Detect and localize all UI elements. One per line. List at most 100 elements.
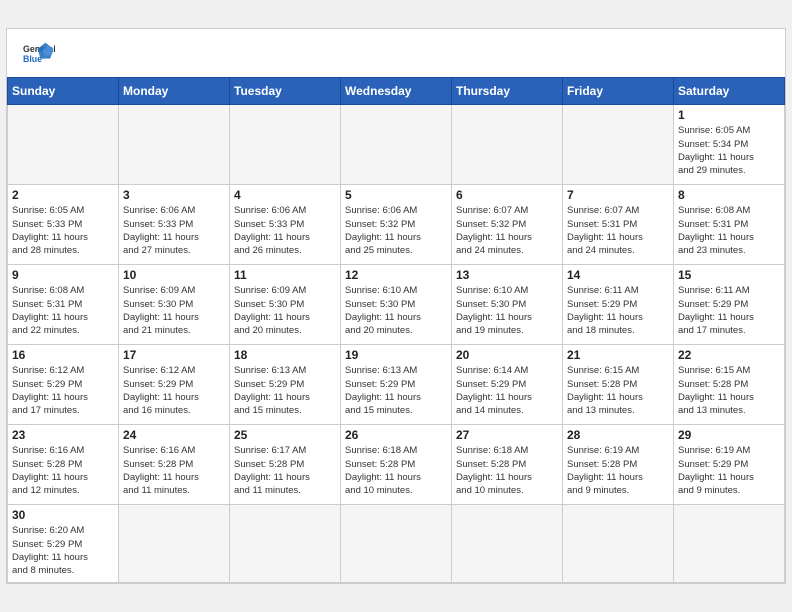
header-sunday: Sunday	[8, 78, 119, 105]
week-row-5: 23 Sunrise: 6:16 AM Sunset: 5:28 PM Dayli…	[8, 425, 785, 505]
week-row-3: 9 Sunrise: 6:08 AM Sunset: 5:31 PM Daylig…	[8, 265, 785, 345]
day-info: Sunrise: 6:19 AM Sunset: 5:28 PM Dayligh…	[567, 444, 669, 497]
day-cell: 18 Sunrise: 6:13 AM Sunset: 5:29 PM Dayli…	[230, 345, 341, 425]
day-cell	[563, 505, 674, 582]
svg-text:Blue: Blue	[23, 54, 42, 64]
header-wednesday: Wednesday	[341, 78, 452, 105]
day-number: 17	[123, 348, 225, 362]
day-cell	[452, 505, 563, 582]
day-info: Sunrise: 6:19 AM Sunset: 5:29 PM Dayligh…	[678, 444, 780, 497]
day-info: Sunrise: 6:17 AM Sunset: 5:28 PM Dayligh…	[234, 444, 336, 497]
day-info: Sunrise: 6:15 AM Sunset: 5:28 PM Dayligh…	[678, 364, 780, 417]
day-cell: 5 Sunrise: 6:06 AM Sunset: 5:32 PM Daylig…	[341, 185, 452, 265]
day-cell	[563, 105, 674, 185]
day-cell: 11Sunrise: 6:09 AM Sunset: 5:30 PM Dayli…	[230, 265, 341, 345]
day-number: 1	[678, 108, 780, 122]
day-cell: 29Sunrise: 6:19 AM Sunset: 5:29 PM Dayli…	[674, 425, 785, 505]
day-cell: 8 Sunrise: 6:08 AM Sunset: 5:31 PM Daylig…	[674, 185, 785, 265]
day-cell: 12Sunrise: 6:10 AM Sunset: 5:30 PM Dayli…	[341, 265, 452, 345]
day-number: 30	[12, 508, 114, 522]
day-cell: 30Sunrise: 6:20 AM Sunset: 5:29 PM Dayli…	[8, 505, 119, 582]
day-cell: 24Sunrise: 6:16 AM Sunset: 5:28 PM Dayli…	[119, 425, 230, 505]
day-info: Sunrise: 6:06 AM Sunset: 5:33 PM Dayligh…	[123, 204, 225, 257]
day-cell: 1 Sunrise: 6:05 AM Sunset: 5:34 PM Daylig…	[674, 105, 785, 185]
day-number: 20	[456, 348, 558, 362]
day-cell	[119, 105, 230, 185]
day-number: 27	[456, 428, 558, 442]
day-number: 11	[234, 268, 336, 282]
day-cell: 13 Sunrise: 6:10 AM Sunset: 5:30 PM Dayli…	[452, 265, 563, 345]
day-cell	[341, 505, 452, 582]
day-number: 2	[12, 188, 114, 202]
day-number: 8	[678, 188, 780, 202]
day-number: 16	[12, 348, 114, 362]
day-cell: 22 Sunrise: 6:15 AM Sunset: 5:28 PM Dayli…	[674, 345, 785, 425]
day-number: 21	[567, 348, 669, 362]
day-number: 19	[345, 348, 447, 362]
day-number: 22	[678, 348, 780, 362]
logo: General Blue	[23, 41, 55, 69]
day-number: 25	[234, 428, 336, 442]
day-cell	[341, 105, 452, 185]
header-tuesday: Tuesday	[230, 78, 341, 105]
day-cell: 23 Sunrise: 6:16 AM Sunset: 5:28 PM Dayli…	[8, 425, 119, 505]
day-info: Sunrise: 6:07 AM Sunset: 5:32 PM Dayligh…	[456, 204, 558, 257]
day-info: Sunrise: 6:08 AM Sunset: 5:31 PM Dayligh…	[678, 204, 780, 257]
day-info: Sunrise: 6:11 AM Sunset: 5:29 PM Dayligh…	[567, 284, 669, 337]
header-friday: Friday	[563, 78, 674, 105]
day-info: Sunrise: 6:09 AM Sunset: 5:30 PM Dayligh…	[123, 284, 225, 337]
day-info: Sunrise: 6:15 AM Sunset: 5:28 PM Dayligh…	[567, 364, 669, 417]
day-cell: 26Sunrise: 6:18 AM Sunset: 5:28 PM Dayli…	[341, 425, 452, 505]
day-number: 18	[234, 348, 336, 362]
week-row-1: 1 Sunrise: 6:05 AM Sunset: 5:34 PM Daylig…	[8, 105, 785, 185]
day-number: 28	[567, 428, 669, 442]
day-cell: 25 Sunrise: 6:17 AM Sunset: 5:28 PM Dayli…	[230, 425, 341, 505]
day-info: Sunrise: 6:18 AM Sunset: 5:28 PM Dayligh…	[345, 444, 447, 497]
day-number: 14	[567, 268, 669, 282]
day-cell: 21 Sunrise: 6:15 AM Sunset: 5:28 PM Dayli…	[563, 345, 674, 425]
calendar-header: General Blue	[7, 29, 785, 77]
day-cell	[230, 105, 341, 185]
day-info: Sunrise: 6:12 AM Sunset: 5:29 PM Dayligh…	[12, 364, 114, 417]
day-info: Sunrise: 6:08 AM Sunset: 5:31 PM Dayligh…	[12, 284, 114, 337]
day-info: Sunrise: 6:07 AM Sunset: 5:31 PM Dayligh…	[567, 204, 669, 257]
day-cell: 6Sunrise: 6:07 AM Sunset: 5:32 PM Daylig…	[452, 185, 563, 265]
logo-icon: General Blue	[23, 41, 55, 69]
day-info: Sunrise: 6:13 AM Sunset: 5:29 PM Dayligh…	[345, 364, 447, 417]
day-headers-row: SundayMondayTuesdayWednesdayThursdayFrid…	[8, 78, 785, 105]
day-cell: 28 Sunrise: 6:19 AM Sunset: 5:28 PM Dayli…	[563, 425, 674, 505]
calendar-container: General Blue SundayMondayTuesdayWednesda…	[6, 28, 786, 583]
day-info: Sunrise: 6:06 AM Sunset: 5:33 PM Dayligh…	[234, 204, 336, 257]
day-info: Sunrise: 6:12 AM Sunset: 5:29 PM Dayligh…	[123, 364, 225, 417]
day-info: Sunrise: 6:05 AM Sunset: 5:33 PM Dayligh…	[12, 204, 114, 257]
day-info: Sunrise: 6:13 AM Sunset: 5:29 PM Dayligh…	[234, 364, 336, 417]
day-cell: 17 Sunrise: 6:12 AM Sunset: 5:29 PM Dayli…	[119, 345, 230, 425]
header-monday: Monday	[119, 78, 230, 105]
day-number: 5	[345, 188, 447, 202]
week-row-6: 30Sunrise: 6:20 AM Sunset: 5:29 PM Dayli…	[8, 505, 785, 582]
day-cell	[452, 105, 563, 185]
day-number: 9	[12, 268, 114, 282]
day-number: 23	[12, 428, 114, 442]
day-cell: 15Sunrise: 6:11 AM Sunset: 5:29 PM Dayli…	[674, 265, 785, 345]
day-number: 10	[123, 268, 225, 282]
day-cell: 9 Sunrise: 6:08 AM Sunset: 5:31 PM Daylig…	[8, 265, 119, 345]
day-number: 24	[123, 428, 225, 442]
header-thursday: Thursday	[452, 78, 563, 105]
day-cell	[119, 505, 230, 582]
day-info: Sunrise: 6:16 AM Sunset: 5:28 PM Dayligh…	[12, 444, 114, 497]
day-cell	[230, 505, 341, 582]
day-number: 3	[123, 188, 225, 202]
day-cell	[8, 105, 119, 185]
day-number: 7	[567, 188, 669, 202]
day-cell: 19 Sunrise: 6:13 AM Sunset: 5:29 PM Dayli…	[341, 345, 452, 425]
day-cell: 16 Sunrise: 6:12 AM Sunset: 5:29 PM Dayli…	[8, 345, 119, 425]
day-info: Sunrise: 6:05 AM Sunset: 5:34 PM Dayligh…	[678, 124, 780, 177]
day-info: Sunrise: 6:06 AM Sunset: 5:32 PM Dayligh…	[345, 204, 447, 257]
day-number: 15	[678, 268, 780, 282]
day-info: Sunrise: 6:10 AM Sunset: 5:30 PM Dayligh…	[456, 284, 558, 337]
day-number: 13	[456, 268, 558, 282]
day-cell: 7 Sunrise: 6:07 AM Sunset: 5:31 PM Daylig…	[563, 185, 674, 265]
day-cell: 2 Sunrise: 6:05 AM Sunset: 5:33 PM Daylig…	[8, 185, 119, 265]
week-row-2: 2 Sunrise: 6:05 AM Sunset: 5:33 PM Daylig…	[8, 185, 785, 265]
